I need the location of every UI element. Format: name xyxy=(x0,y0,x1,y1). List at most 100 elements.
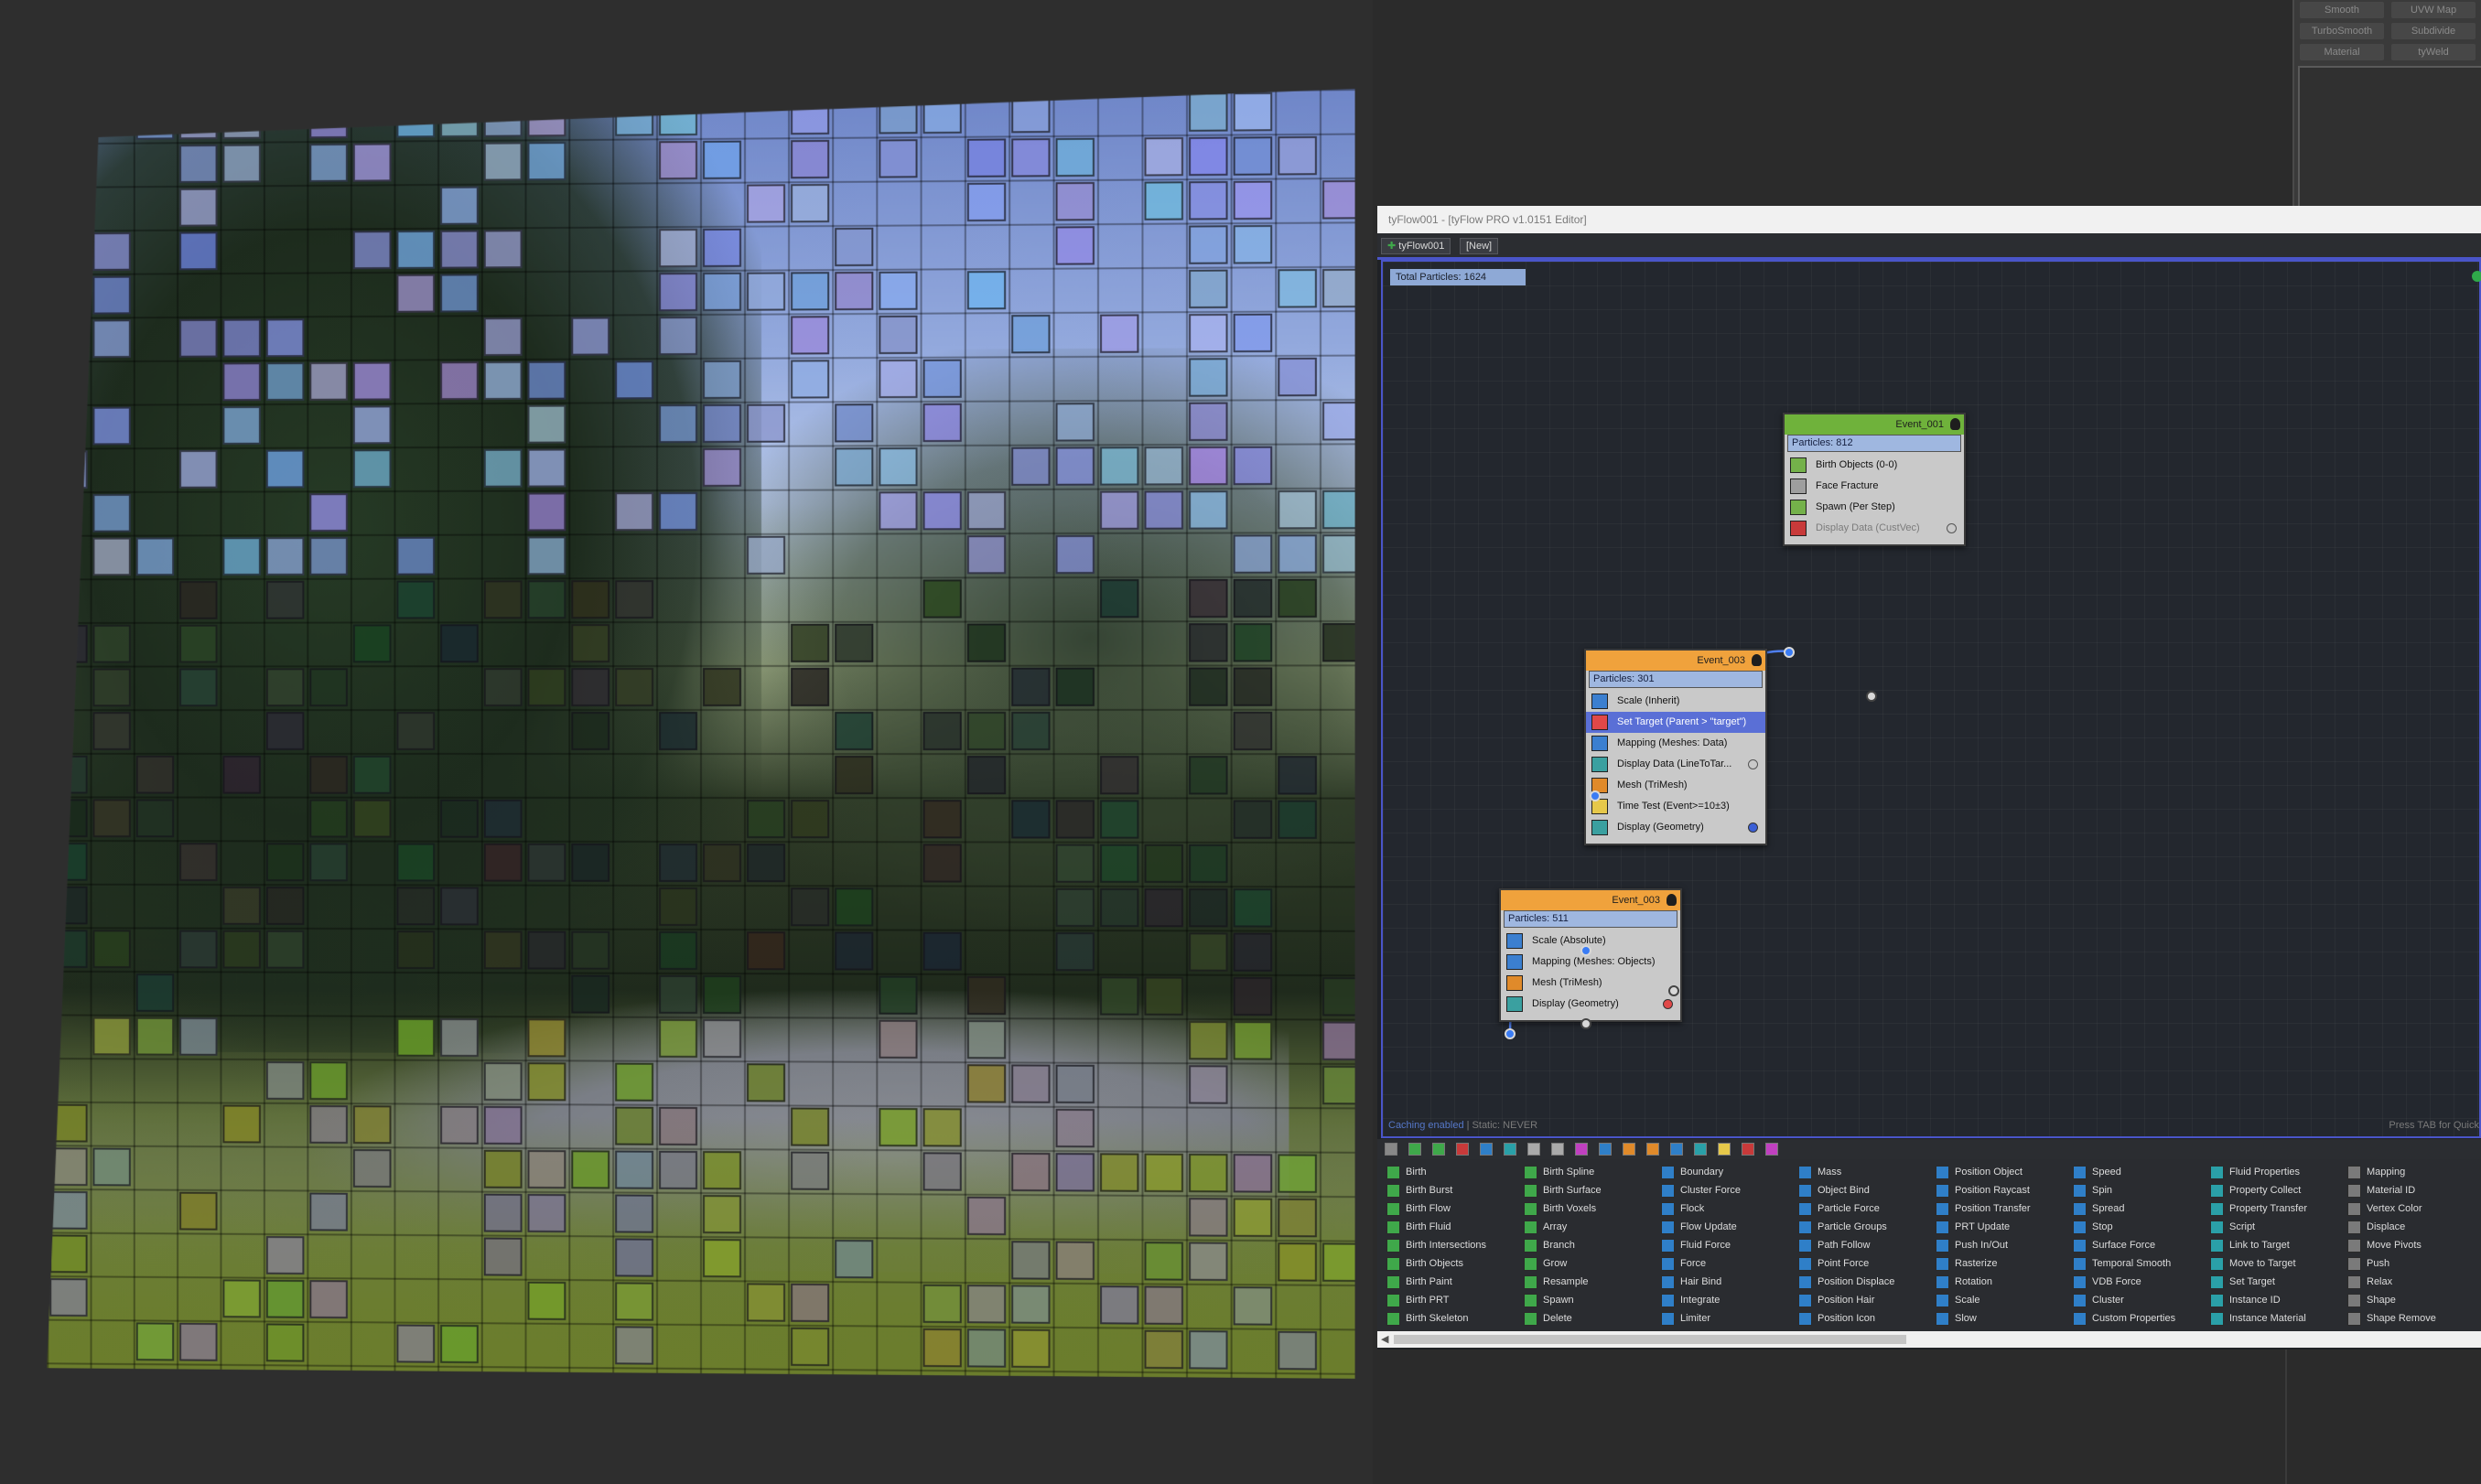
depot-operator[interactable]: Rasterize xyxy=(1930,1254,2067,1273)
depot-operator[interactable]: Spin xyxy=(2067,1181,2205,1199)
display-color-swatch[interactable] xyxy=(1748,759,1758,769)
depot-operator[interactable]: Fluid Force xyxy=(1656,1236,1793,1254)
depot-operator[interactable]: Material ID xyxy=(2342,1181,2479,1199)
depot-operator[interactable]: Object Bind xyxy=(1793,1181,1930,1199)
depot-operator[interactable]: Delete xyxy=(1518,1309,1656,1328)
depot-operator[interactable]: Birth Intersections xyxy=(1381,1236,1518,1254)
display-color-swatch[interactable] xyxy=(1947,523,1957,533)
event-title-bar[interactable]: Event_001 xyxy=(1785,414,1964,435)
depot-operator[interactable]: Birth Flow xyxy=(1381,1199,1518,1218)
depot-filter-icon[interactable] xyxy=(1742,1143,1754,1156)
depot-filter-icon[interactable] xyxy=(1646,1143,1659,1156)
depot-operator[interactable]: Position Object xyxy=(1930,1163,2067,1181)
depot-filter-icon[interactable] xyxy=(1670,1143,1683,1156)
turbosmooth-button[interactable]: TurboSmooth xyxy=(2300,23,2384,39)
event-node-event003-a[interactable]: Event_003 Particles: 301 Scale (Inherit)… xyxy=(1584,649,1767,845)
scroll-thumb[interactable] xyxy=(1394,1335,1906,1344)
depot-operator[interactable]: Birth Objects xyxy=(1381,1254,1518,1273)
depot-operator[interactable]: Cluster Force xyxy=(1656,1181,1793,1199)
subdivide-button[interactable]: Subdivide xyxy=(2391,23,2476,39)
modifier-stack-panel[interactable] xyxy=(2298,66,2481,225)
operator-row[interactable]: Display Data (CustVec) xyxy=(1785,518,1964,539)
depot-operator[interactable]: Birth Voxels xyxy=(1518,1199,1656,1218)
depot-operator[interactable]: Push xyxy=(2342,1254,2479,1273)
depot-operator[interactable]: VDB Force xyxy=(2067,1273,2205,1291)
operator-row[interactable]: Mapping (Meshes: Data) xyxy=(1586,733,1765,754)
node-canvas[interactable]: Total Particles: 1624 Caching enabled | … xyxy=(1381,260,2481,1138)
operator-row[interactable]: Spawn (Per Step) xyxy=(1785,497,1964,518)
depot-operator[interactable]: Birth Spline xyxy=(1518,1163,1656,1181)
depot-operator[interactable]: Birth Paint xyxy=(1381,1273,1518,1291)
operator-row[interactable]: Mesh (TriMesh) xyxy=(1501,973,1680,994)
depot-filter-icon[interactable] xyxy=(1385,1143,1397,1156)
depot-operator[interactable]: Displace xyxy=(2342,1218,2479,1236)
event-title-bar[interactable]: Event_003 xyxy=(1586,651,1765,671)
operator-row[interactable]: Display (Geometry) xyxy=(1501,994,1680,1015)
display-color-swatch[interactable] xyxy=(1748,823,1758,833)
depot-operator[interactable]: Position Transfer xyxy=(1930,1199,2067,1218)
material-button[interactable]: Material xyxy=(2300,44,2384,60)
event-node-event003-b[interactable]: Event_003 Particles: 511 Scale (Absolute… xyxy=(1499,888,1682,1022)
operator-row[interactable]: Display Data (LineToTar... xyxy=(1586,754,1765,775)
operator-row[interactable]: Birth Objects (0-0) xyxy=(1785,455,1964,476)
scroll-left-icon[interactable]: ◀ xyxy=(1381,1333,1388,1345)
operator-row[interactable]: Mesh (TriMesh) xyxy=(1586,775,1765,796)
depot-operator[interactable]: Mass xyxy=(1793,1163,1930,1181)
depot-operator[interactable]: Limiter xyxy=(1656,1309,1793,1328)
event003a-timetest-port[interactable] xyxy=(1580,945,1591,956)
depot-operator[interactable]: Spread xyxy=(2067,1199,2205,1218)
depot-operator[interactable]: Fluid Properties xyxy=(2205,1163,2342,1181)
depot-filter-icon[interactable] xyxy=(1456,1143,1469,1156)
depot-operator[interactable]: Particle Groups xyxy=(1793,1218,1930,1236)
depot-operator[interactable]: Force xyxy=(1656,1254,1793,1273)
depot-operator[interactable]: Speed xyxy=(2067,1163,2205,1181)
depot-operator[interactable]: Flock xyxy=(1656,1199,1793,1218)
depot-operator[interactable]: Mapping xyxy=(2342,1163,2479,1181)
uvw-map-button[interactable]: UVW Map xyxy=(2391,2,2476,18)
depot-operator[interactable]: Position Hair xyxy=(1793,1291,1930,1309)
depot-operator[interactable]: Path Follow xyxy=(1793,1236,1930,1254)
depot-operator[interactable]: Particle Force xyxy=(1793,1199,1930,1218)
depot-operator[interactable]: Boundary xyxy=(1656,1163,1793,1181)
depot-operator[interactable]: Birth Burst xyxy=(1381,1181,1518,1199)
operator-row[interactable]: Mapping (Meshes: Objects) xyxy=(1501,952,1680,973)
depot-operator[interactable]: Position Displace xyxy=(1793,1273,1930,1291)
depot-operator[interactable]: Property Collect xyxy=(2205,1181,2342,1199)
tab-tyflow001[interactable]: ✚ tyFlow001 xyxy=(1381,238,1451,254)
depot-operator[interactable]: Hair Bind xyxy=(1656,1273,1793,1291)
depot-operator[interactable]: Branch xyxy=(1518,1236,1656,1254)
operator-row[interactable]: Set Target (Parent > "target") xyxy=(1586,712,1765,733)
depot-filter-icon[interactable] xyxy=(1575,1143,1588,1156)
depot-operator[interactable]: Birth Surface xyxy=(1518,1181,1656,1199)
event003b-input-port[interactable] xyxy=(1505,1028,1516,1039)
operator-row[interactable]: Display (Geometry) xyxy=(1586,817,1765,838)
event-title-bar[interactable]: Event_003 xyxy=(1501,890,1680,910)
depot-operator[interactable]: Birth Skeleton xyxy=(1381,1309,1518,1328)
depot-filter-icon[interactable] xyxy=(1694,1143,1707,1156)
depot-operator[interactable]: Point Force xyxy=(1793,1254,1930,1273)
depot-operator[interactable]: Script xyxy=(2205,1218,2342,1236)
depot-filter-icon[interactable] xyxy=(1551,1143,1564,1156)
depot-operator[interactable]: Surface Force xyxy=(2067,1236,2205,1254)
event-node-event001[interactable]: Event_001 Particles: 812 Birth Objects (… xyxy=(1783,413,1966,546)
depot-operator[interactable]: Instance ID xyxy=(2205,1291,2342,1309)
tab-new[interactable]: [New] xyxy=(1460,238,1499,254)
depot-operator[interactable]: Vertex Color xyxy=(2342,1199,2479,1218)
depot-operator[interactable]: Move Pivots xyxy=(2342,1236,2479,1254)
depot-operator[interactable]: Birth PRT xyxy=(1381,1291,1518,1309)
depot-operator[interactable]: Shape Remove xyxy=(2342,1309,2479,1328)
depot-operator[interactable]: Integrate xyxy=(1656,1291,1793,1309)
depot-operator[interactable]: Rotation xyxy=(1930,1273,2067,1291)
3d-viewport[interactable] xyxy=(0,0,1373,1484)
depot-operator[interactable]: Resample xyxy=(1518,1273,1656,1291)
depot-filter-icon[interactable] xyxy=(1408,1143,1421,1156)
lightbulb-icon[interactable] xyxy=(1667,894,1677,906)
depot-operator[interactable]: PRT Update xyxy=(1930,1218,2067,1236)
depot-operator[interactable]: Array xyxy=(1518,1218,1656,1236)
depot-filter-icon[interactable] xyxy=(1527,1143,1540,1156)
depot-operator[interactable]: Spawn xyxy=(1518,1291,1656,1309)
depot-operator[interactable]: Shape xyxy=(2342,1291,2479,1309)
smooth-button[interactable]: Smooth xyxy=(2300,2,2384,18)
depot-operator[interactable]: Birth Fluid xyxy=(1381,1218,1518,1236)
depot-operator[interactable]: Birth xyxy=(1381,1163,1518,1181)
